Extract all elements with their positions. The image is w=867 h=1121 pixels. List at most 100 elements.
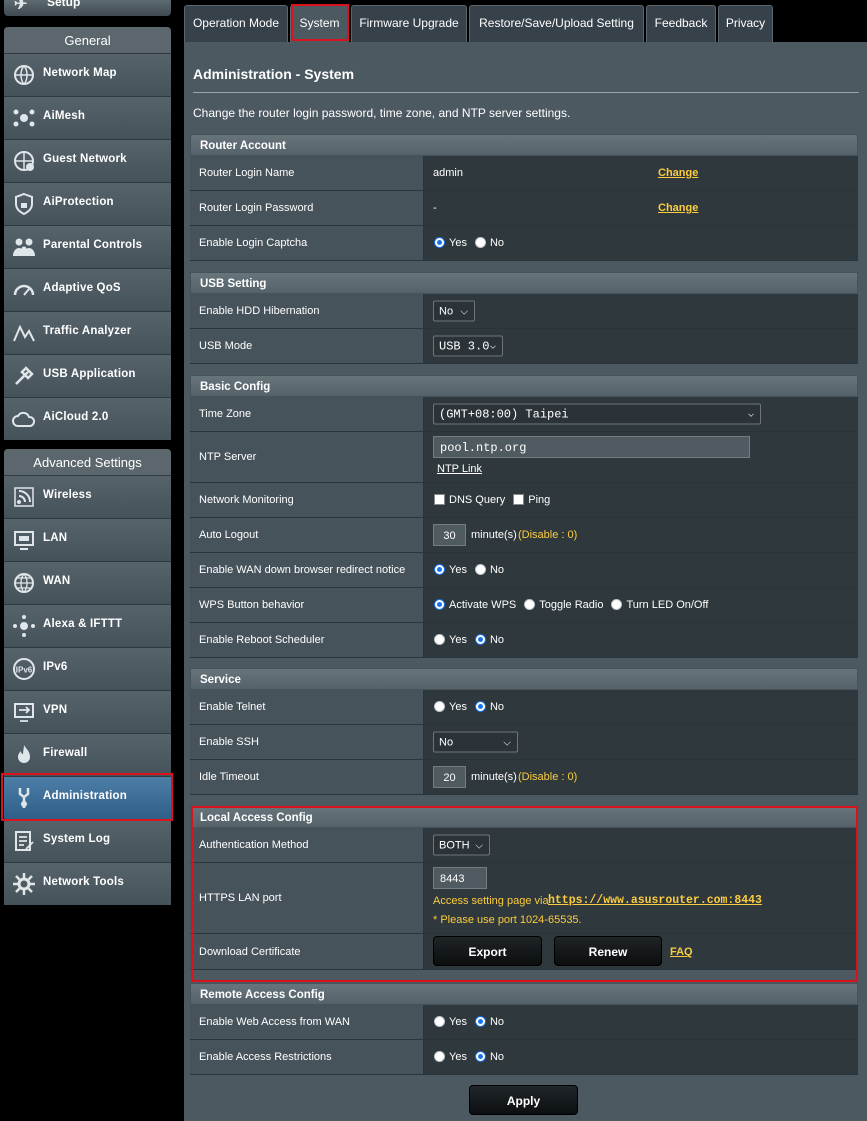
- sidebar-item-guest-network[interactable]: Guest Network: [4, 139, 171, 182]
- page-description: Change the router login password, time z…: [193, 106, 571, 120]
- alexa-icon: [12, 614, 36, 638]
- tab-feedback[interactable]: Feedback: [646, 5, 716, 42]
- auto-logout-input[interactable]: 30: [433, 524, 466, 546]
- router-account-section: Router Account Router Login Name admin C…: [190, 134, 858, 261]
- usb-mode-select[interactable]: USB 3.0 ⌵: [433, 335, 503, 357]
- ipv6-icon: IPv6: [12, 657, 36, 681]
- change-login-name-link[interactable]: Change: [658, 167, 698, 179]
- telnet-yes-radio[interactable]: [434, 700, 445, 712]
- reboot-no-radio[interactable]: [474, 633, 486, 645]
- telnet-no-radio[interactable]: [474, 700, 486, 712]
- tab-operation-mode[interactable]: Operation Mode: [184, 5, 288, 42]
- sidebar-item-firewall[interactable]: Firewall: [4, 733, 171, 776]
- sidebar-item-lan[interactable]: LAN: [4, 518, 171, 561]
- section-header: Remote Access Config: [190, 983, 858, 1005]
- firewall-icon: [12, 743, 36, 767]
- section-header: Router Account: [190, 134, 858, 156]
- sidebar-item-adaptive-qos[interactable]: Adaptive QoS: [4, 268, 171, 311]
- captcha-yes-radio[interactable]: [434, 236, 445, 248]
- time-zone-row: Time Zone (GMT+08:00) Taipei ⌵: [190, 397, 858, 432]
- lock-icon: [12, 192, 36, 216]
- restrictions-no-radio[interactable]: [474, 1050, 486, 1062]
- remote-access-section: Remote Access Config Enable Web Access f…: [190, 983, 858, 1075]
- web-access-row: Enable Web Access from WAN Yes No: [190, 1005, 858, 1040]
- lan-icon: [12, 528, 36, 552]
- reboot-yes-radio[interactable]: [434, 633, 445, 645]
- time-zone-select[interactable]: (GMT+08:00) Taipei ⌵: [433, 403, 761, 425]
- sidebar-item-alexa-ifttt[interactable]: Alexa & IFTTT: [4, 604, 171, 647]
- wps-led-radio[interactable]: [611, 598, 623, 610]
- advanced-header: Advanced Settings: [4, 449, 171, 475]
- login-captcha-row: Enable Login Captcha Yes No: [190, 226, 858, 261]
- svg-text:IPv6: IPv6: [16, 666, 33, 675]
- guest-network-icon: [12, 149, 36, 173]
- advanced-menu: Advanced Settings Wireless LAN WAN Alexa…: [4, 449, 171, 905]
- tab-firmware-upgrade[interactable]: Firmware Upgrade: [351, 5, 467, 42]
- ssh-row: Enable SSH No ⌵: [190, 725, 858, 760]
- parental-controls-icon: [12, 235, 36, 259]
- restrictions-yes-radio[interactable]: [434, 1050, 445, 1062]
- change-password-link[interactable]: Change: [658, 202, 698, 214]
- login-name-value: admin: [433, 167, 463, 179]
- system-log-icon: [12, 829, 36, 853]
- auto-logout-row: Auto Logout 30 minute(s) (Disable : 0): [190, 518, 858, 553]
- sidebar-item-parental-controls[interactable]: Parental Controls: [4, 225, 171, 268]
- page-title: Administration - System: [193, 66, 355, 82]
- section-header: Basic Config: [190, 375, 858, 397]
- tab-privacy[interactable]: Privacy: [718, 5, 773, 42]
- apply-button[interactable]: Apply: [469, 1085, 578, 1115]
- sidebar-item-traffic-analyzer[interactable]: Traffic Analyzer: [4, 311, 171, 354]
- sidebar-item-vpn[interactable]: VPN: [4, 690, 171, 733]
- dns-query-checkbox[interactable]: [434, 493, 445, 505]
- aimesh-icon: [12, 106, 36, 130]
- quick-setup-label: Setup: [47, 0, 81, 9]
- vpn-icon: [12, 700, 36, 724]
- usb-mode-row: USB Mode USB 3.0 ⌵: [190, 329, 858, 364]
- wan-redirect-no-radio[interactable]: [474, 563, 486, 575]
- hdd-hibernation-select[interactable]: No ⌵: [433, 300, 475, 322]
- ssh-select[interactable]: No ⌵: [433, 731, 518, 753]
- ping-checkbox[interactable]: [513, 493, 525, 505]
- ntp-link[interactable]: NTP Link: [437, 463, 482, 475]
- tab-restore-save-upload[interactable]: Restore/Save/Upload Setting: [469, 5, 644, 42]
- network-tools-icon: [12, 872, 36, 896]
- sidebar-item-system-log[interactable]: System Log: [4, 819, 171, 862]
- service-section: Service Enable Telnet Yes No Enable SSH …: [190, 668, 858, 795]
- wan-redirect-yes-radio[interactable]: [434, 563, 445, 575]
- basic-config-section: Basic Config Time Zone (GMT+08:00) Taipe…: [190, 375, 858, 658]
- wps-activate-radio[interactable]: [434, 598, 445, 610]
- sidebar-item-aiprotection[interactable]: AiProtection: [4, 182, 171, 225]
- sidebar-item-ipv6[interactable]: IPv6 IPv6: [4, 647, 171, 690]
- sidebar-item-aicloud[interactable]: AiCloud 2.0: [4, 397, 171, 440]
- cloud-icon: [12, 407, 36, 431]
- web-access-no-radio[interactable]: [474, 1015, 486, 1027]
- sidebar-item-network-tools[interactable]: Network Tools: [4, 862, 171, 905]
- login-password-value: -: [433, 202, 437, 214]
- sidebar-item-wan[interactable]: WAN: [4, 561, 171, 604]
- captcha-no-radio[interactable]: [474, 236, 486, 248]
- sidebar-item-aimesh[interactable]: AiMesh: [4, 96, 171, 139]
- wps-toggle-radio[interactable]: [524, 598, 536, 610]
- web-access-yes-radio[interactable]: [434, 1015, 445, 1027]
- ntp-server-row: NTP Server pool.ntp.org NTP Link: [190, 432, 858, 483]
- sidebar-item-wireless[interactable]: Wireless: [4, 475, 171, 518]
- sidebar-item-network-map[interactable]: Network Map: [4, 53, 171, 96]
- usb-icon: [12, 364, 36, 388]
- quick-setup-button[interactable]: ✈ Setup: [4, 0, 171, 16]
- access-restrictions-row: Enable Access Restrictions Yes No: [190, 1040, 858, 1075]
- idle-timeout-row: Idle Timeout 20 minute(s) (Disable : 0): [190, 760, 858, 795]
- traffic-analyzer-icon: [12, 321, 36, 345]
- reboot-scheduler-row: Enable Reboot Scheduler Yes No: [190, 623, 858, 658]
- ntp-server-input[interactable]: pool.ntp.org: [433, 436, 750, 458]
- section-header: USB Setting: [190, 272, 858, 294]
- sidebar-item-usb-application[interactable]: USB Application: [4, 354, 171, 397]
- general-header: General: [4, 27, 171, 53]
- chevron-down-icon: ⌵: [489, 341, 496, 353]
- local-access-highlight: [191, 806, 858, 982]
- telnet-row: Enable Telnet Yes No: [190, 690, 858, 725]
- idle-timeout-input[interactable]: 20: [433, 766, 466, 788]
- network-map-icon: [12, 63, 36, 87]
- general-menu: General Network Map AiMesh Guest Network…: [4, 27, 171, 440]
- section-header: Service: [190, 668, 858, 690]
- network-monitoring-row: Network Monitoring DNS Query Ping: [190, 483, 858, 518]
